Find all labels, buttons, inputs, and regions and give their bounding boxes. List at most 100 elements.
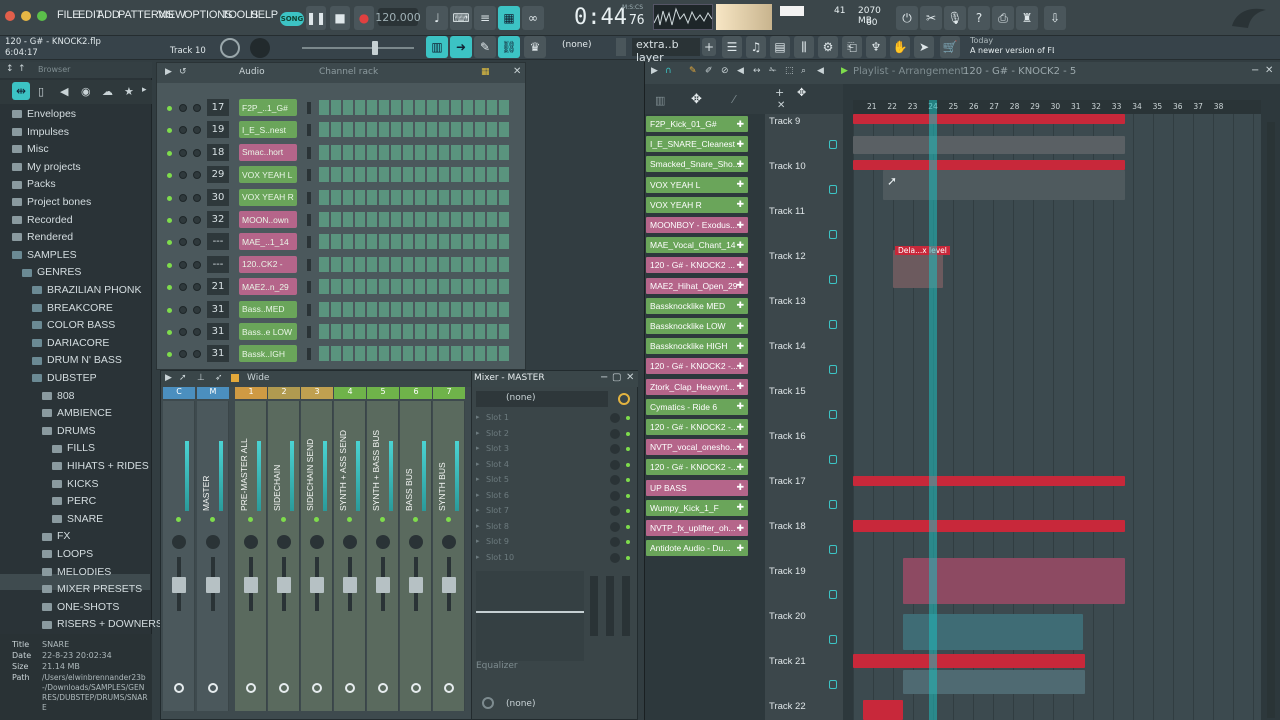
browser-item[interactable]: My projects — [12, 161, 81, 173]
record-button[interactable]: ● — [354, 6, 374, 30]
channel-mixer-track[interactable]: 18 — [207, 143, 229, 161]
browser-item[interactable]: Project bones — [12, 196, 91, 208]
effect-slot-mix-knob[interactable] — [610, 506, 620, 516]
playlist-clip[interactable] — [883, 170, 1125, 200]
effect-slot-mix-knob[interactable] — [610, 521, 620, 532]
playlist-close-icon[interactable]: ✕ — [1265, 65, 1273, 76]
step-sequencer-pads[interactable] — [319, 144, 509, 160]
track-name[interactable]: Track 20 — [769, 611, 806, 622]
pattern-item[interactable]: NVTP_fx_uplifter_oh... — [646, 520, 748, 536]
playlist-slip-icon[interactable]: ↔ — [753, 66, 761, 76]
channel-volume-knob[interactable] — [193, 216, 201, 224]
pattern-item[interactable]: VOX YEAH R — [646, 196, 748, 213]
playlist-scrollbar[interactable] — [1267, 122, 1275, 718]
effect-slot-label[interactable]: Slot 10 — [486, 553, 514, 562]
track-lock-icon[interactable] — [829, 410, 837, 419]
mixer-minimize-icon[interactable]: − — [600, 372, 608, 383]
track-lock-icon[interactable] — [829, 185, 837, 194]
mixer-strip-fader-handle[interactable] — [172, 577, 186, 593]
mixer-strip[interactable]: 2 SIDECHAIN — [268, 387, 300, 711]
step-sequencer-pads[interactable] — [319, 122, 509, 138]
pattern-item[interactable]: I_E_SNARE_Cleanest — [646, 136, 748, 153]
master-slider-track[interactable] — [302, 47, 414, 49]
play-button[interactable]: ❚❚ — [306, 6, 326, 30]
browser-item[interactable]: SAMPLES — [12, 249, 77, 261]
starred-icon[interactable]: ★ — [124, 85, 134, 98]
mixer-strip-pan-knob[interactable] — [310, 535, 324, 549]
snap-selector[interactable]: (none) — [562, 40, 591, 50]
playlist-clip[interactable] — [863, 700, 903, 720]
channel-select-indicator[interactable] — [307, 214, 311, 226]
effect-slot-led[interactable] — [626, 416, 630, 420]
slot-arrow-icon[interactable]: ▸ — [476, 537, 480, 545]
mixer-strip-pan-knob[interactable] — [172, 535, 186, 549]
tempo-display[interactable]: 120.000 — [375, 8, 421, 26]
step-sequencer-pads[interactable] — [319, 100, 509, 115]
effect-slot-led[interactable] — [626, 447, 630, 451]
channel-name-button[interactable]: VOX YEAH L — [239, 166, 297, 184]
playlist-clip[interactable] — [853, 136, 1125, 154]
timeline-ruler[interactable]: 212223242526272829303132333435363738 — [853, 100, 1261, 114]
mixer-arrow-icon[interactable]: ▶ — [165, 373, 172, 383]
mixer-strip-pan-knob[interactable] — [277, 535, 291, 549]
channel-volume-knob[interactable] — [193, 148, 201, 157]
channel-led[interactable] — [167, 128, 172, 134]
master-slider-handle[interactable] — [372, 41, 378, 55]
master-pitch-knob[interactable] — [250, 38, 270, 58]
mixer-strip[interactable]: M MASTER — [197, 387, 229, 711]
arrangement-grid[interactable]: Dela...x level — [853, 114, 1261, 720]
mixer-strip[interactable]: 1 PRE-MASTER ALL — [235, 387, 267, 711]
mixer-strip-fader-handle[interactable] — [206, 577, 220, 593]
track-name[interactable]: Track 9 — [769, 116, 800, 127]
channel-mixer-track[interactable]: 31 — [207, 345, 229, 363]
step-sequencer-pads[interactable] — [319, 324, 509, 339]
plugin-picker-icon[interactable]: ♆ — [866, 36, 886, 58]
loop-record-icon[interactable]: ∞ — [522, 6, 544, 30]
channel-select-indicator[interactable] — [307, 258, 311, 271]
channel-led[interactable] — [167, 150, 172, 156]
pattern-item[interactable]: Bassknocklike HIGH — [646, 338, 748, 355]
channel-volume-knob[interactable] — [193, 171, 201, 180]
mixer-strip-send-knob[interactable] — [378, 683, 388, 693]
minimize-window-icon[interactable] — [21, 11, 31, 21]
step-sequencer-pads[interactable] — [319, 256, 509, 272]
slot-arrow-icon[interactable]: ▸ — [476, 429, 480, 437]
browser-item[interactable]: HIHATS + RIDES — [52, 460, 149, 472]
playlist-icon[interactable]: ☰ — [722, 36, 742, 58]
master-preset-selector[interactable]: (none) — [476, 391, 608, 407]
pattern-item[interactable]: Bassknocklike LOW — [646, 318, 748, 334]
pattern-picker-move-icon[interactable]: ✥ — [691, 92, 702, 107]
effect-slot-led[interactable] — [626, 509, 630, 513]
pattern-item[interactable]: 120 - G# - KNOCK2 -... — [646, 419, 748, 435]
playlist-minimize-icon[interactable]: − — [1251, 65, 1259, 76]
effect-slot-led[interactable] — [626, 524, 630, 529]
channel-pan-knob[interactable] — [179, 305, 187, 314]
effect-slot-label[interactable]: Slot 4 — [486, 460, 509, 469]
mixer-strip-send-knob[interactable] — [208, 683, 218, 693]
track-name[interactable]: Track 12 — [769, 251, 806, 262]
track-lock-icon[interactable] — [829, 500, 837, 509]
effect-slot-label[interactable]: Slot 9 — [486, 537, 509, 546]
eq-band-slider-high[interactable] — [622, 576, 630, 636]
channel-led[interactable] — [167, 106, 172, 111]
browser-item[interactable]: BREAKCORE — [32, 302, 113, 314]
browser-item[interactable]: Recorded — [12, 214, 73, 226]
track-name[interactable]: Track 14 — [769, 341, 806, 352]
track-name[interactable]: Track 17 — [769, 476, 806, 487]
mixer-strip-fader-handle[interactable] — [244, 577, 258, 593]
pencil-icon[interactable]: ✎ — [474, 36, 496, 58]
playlist-clip[interactable] — [853, 476, 1125, 486]
channel-led[interactable] — [167, 195, 172, 201]
channel-volume-knob[interactable] — [193, 260, 201, 269]
mixer-strip-enable-led[interactable] — [380, 517, 385, 522]
browser-item[interactable]: FILLS — [52, 442, 95, 454]
snap-arrow-icon[interactable]: ➜ — [450, 36, 472, 58]
playlist-clip[interactable] — [853, 520, 1125, 532]
channel-name-button[interactable]: 120..CK2 - — [239, 255, 297, 273]
effect-slot-led[interactable] — [626, 493, 630, 498]
pattern-item[interactable]: 120 - G# - KNOCK2 ... — [646, 257, 748, 274]
track-name[interactable]: Track 21 — [769, 656, 806, 667]
channel-name-button[interactable]: MAE2..n_29 — [239, 278, 297, 296]
mixer-strip-fader-handle[interactable] — [442, 577, 456, 593]
touch-keyboard-icon[interactable]: ✋ — [890, 36, 910, 58]
